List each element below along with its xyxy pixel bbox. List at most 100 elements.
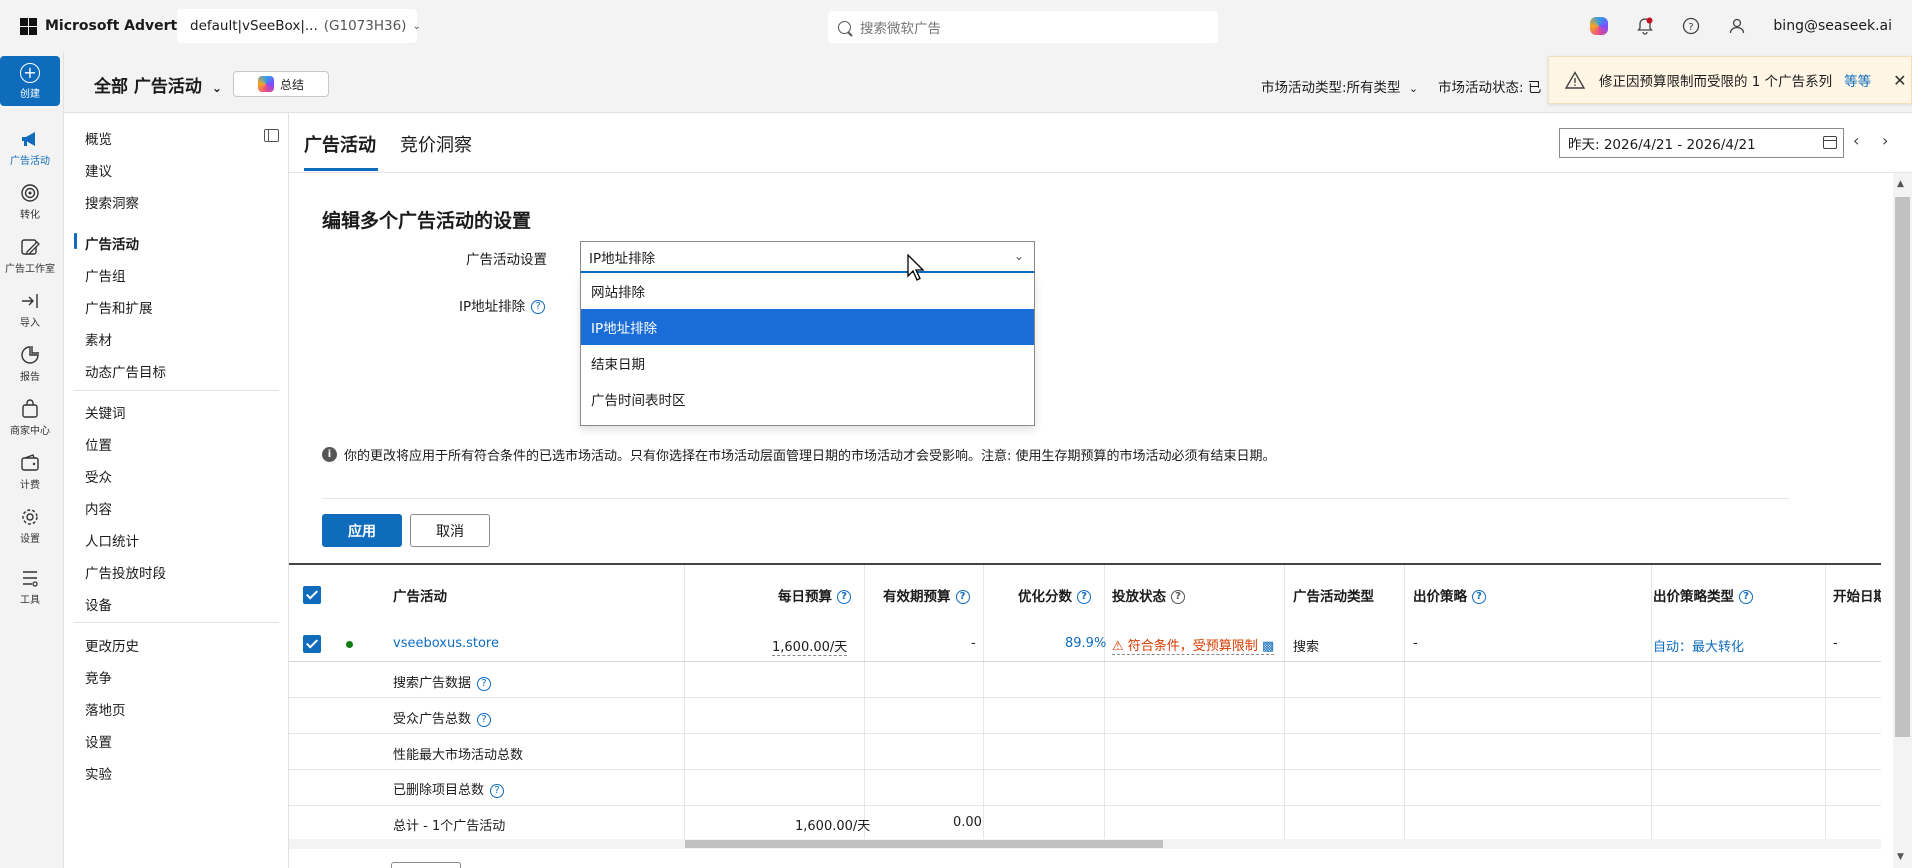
tab-auction-insights[interactable]: 竞价洞察 bbox=[400, 131, 472, 157]
horizontal-scrollbar-thumb[interactable] bbox=[685, 840, 1163, 848]
previous-period-icon[interactable]: ‹ bbox=[1853, 131, 1859, 150]
help-icon[interactable]: ? bbox=[490, 783, 505, 798]
column-divider bbox=[1825, 565, 1826, 839]
column-header-label: 每日预算 bbox=[778, 589, 832, 605]
option-ad-schedule-timezone[interactable]: 广告时间表时区 bbox=[581, 381, 1034, 417]
row-checkbox[interactable] bbox=[303, 635, 321, 653]
campaign-setting-select[interactable]: IP地址排除 ⌄ bbox=[580, 241, 1035, 273]
nav-item-ad-schedule[interactable]: 广告投放时段 bbox=[85, 562, 166, 582]
account-selector[interactable]: default|vSeeBox|... (G1073H36) ⌄ bbox=[177, 9, 421, 43]
bottom-button[interactable] bbox=[391, 862, 461, 868]
help-icon[interactable]: ? bbox=[477, 676, 492, 691]
rail-item-label: 工具 bbox=[20, 595, 40, 606]
nav-item-campaigns[interactable]: 广告活动 bbox=[85, 233, 139, 253]
notice-more-link[interactable]: 等等 bbox=[1844, 70, 1871, 90]
budget-limited-notice: 修正因预算限制而受限的 1 个广告系列 等等 ✕ bbox=[1548, 56, 1912, 104]
nav-item-landing-pages[interactable]: 落地页 bbox=[85, 699, 126, 719]
rail-item-import[interactable]: 导入 bbox=[0, 290, 60, 329]
tab-campaigns[interactable]: 广告活动 bbox=[304, 131, 376, 157]
rail-item-campaigns[interactable]: 广告活动 bbox=[0, 128, 60, 167]
rail-item-billing[interactable]: 计费 bbox=[0, 452, 60, 491]
nav-item-competition[interactable]: 竞争 bbox=[85, 667, 112, 687]
rail-item-settings[interactable]: 设置 bbox=[0, 506, 60, 545]
rail-item-ad-studio[interactable]: 广告工作室 bbox=[0, 236, 60, 275]
import-icon bbox=[22, 294, 38, 308]
user-email[interactable]: bing@seaseek.ai bbox=[1773, 18, 1892, 34]
optimization-score-value[interactable]: 89.9% bbox=[1065, 636, 1106, 651]
apply-button[interactable]: 应用 bbox=[322, 514, 402, 547]
campaign-status-filter-label: 市场活动状态: 已 bbox=[1438, 80, 1542, 96]
bell-icon[interactable] bbox=[1635, 16, 1655, 36]
column-header-bid-strategy-type[interactable]: 出价策略类型? bbox=[1653, 585, 1753, 605]
scroll-up-icon[interactable]: ▲ bbox=[1897, 179, 1904, 189]
date-range-picker[interactable]: 昨天: 2026/4/21 - 2026/4/21 bbox=[1559, 128, 1844, 158]
summary-button[interactable]: 总结 bbox=[233, 71, 329, 97]
select-all-checkbox[interactable] bbox=[303, 586, 321, 604]
create-label: 创建 bbox=[20, 88, 40, 100]
search-input[interactable]: 搜索微软广告 bbox=[828, 11, 1218, 43]
campaign-status-filter[interactable]: 市场活动状态: 已 bbox=[1438, 76, 1541, 96]
nav-item-content[interactable]: 内容 bbox=[85, 498, 112, 518]
ip-exclusion-label: IP地址排除 bbox=[459, 299, 526, 315]
nav-item-devices[interactable]: 设备 bbox=[85, 594, 112, 614]
nav-item-keywords[interactable]: 关键词 bbox=[85, 402, 126, 422]
nav-item-recommendations[interactable]: 建议 bbox=[85, 160, 112, 180]
column-header-campaign[interactable]: 广告活动 bbox=[393, 585, 447, 605]
daily-budget-value[interactable]: 1,600.00/天 bbox=[772, 636, 848, 656]
close-icon[interactable]: ✕ bbox=[1893, 71, 1906, 90]
scope-selector[interactable]: 全部 广告活动 ⌄ bbox=[94, 72, 222, 97]
option-website-exclusion[interactable]: 网站排除 bbox=[581, 273, 1034, 309]
nav-item-search-insights[interactable]: 搜索洞察 bbox=[85, 192, 139, 212]
campaign-type-filter[interactable]: 市场活动类型:所有类型 ⌄ bbox=[1261, 76, 1418, 96]
rail-item-tools[interactable]: 工具 bbox=[0, 567, 60, 606]
nav-item-ads-extensions[interactable]: 广告和扩展 bbox=[85, 297, 153, 317]
rail-item-merchant-center[interactable]: 商家中心 bbox=[0, 398, 60, 437]
vertical-scrollbar-thumb[interactable] bbox=[1895, 197, 1910, 737]
column-header-optimization-score[interactable]: 优化分数? bbox=[1018, 585, 1091, 605]
copilot-icon[interactable] bbox=[1589, 16, 1609, 36]
help-icon[interactable]: ? bbox=[1472, 590, 1486, 604]
cancel-button[interactable]: 取消 bbox=[410, 514, 490, 547]
bid-strategy-type-value[interactable]: 自动：最大转化 bbox=[1653, 636, 1744, 655]
nav-item-locations[interactable]: 位置 bbox=[85, 434, 112, 454]
nav-item-settings[interactable]: 设置 bbox=[85, 731, 112, 751]
help-icon[interactable]: ? bbox=[1739, 590, 1753, 604]
nav-item-dynamic-ad-targets[interactable]: 动态广告目标 bbox=[85, 361, 166, 381]
rail-item-reports[interactable]: 报告 bbox=[0, 344, 60, 383]
create-button[interactable]: + 创建 bbox=[0, 56, 60, 106]
option-end-date[interactable]: 结束日期 bbox=[581, 345, 1034, 381]
column-header-lifetime-budget[interactable]: 有效期预算? bbox=[883, 585, 970, 605]
column-header-label: 投放状态 bbox=[1112, 589, 1166, 605]
help-icon[interactable]: ? bbox=[1171, 590, 1185, 604]
column-header-bid-strategy[interactable]: 出价策略? bbox=[1413, 585, 1486, 605]
nav-item-assets[interactable]: 素材 bbox=[85, 329, 112, 349]
nav-item-experiments[interactable]: 实验 bbox=[85, 763, 112, 783]
column-header-campaign-type[interactable]: 广告活动类型 bbox=[1293, 585, 1374, 605]
column-header-daily-budget[interactable]: 每日预算? bbox=[778, 585, 851, 605]
help-icon[interactable]: ? bbox=[837, 590, 851, 604]
help-icon[interactable]: ? bbox=[531, 300, 546, 314]
nav-item-demographics[interactable]: 人口统计 bbox=[85, 530, 139, 550]
account-name: default|vSeeBox|... bbox=[190, 18, 318, 34]
nav-item-audiences[interactable]: 受众 bbox=[85, 466, 112, 486]
help-icon[interactable]: ? bbox=[955, 590, 970, 604]
nav-item-overview[interactable]: 概览 bbox=[85, 128, 112, 148]
start-date-value: - bbox=[1833, 636, 1838, 651]
delivery-status[interactable]: ⚠ 符合条件，受预算限制 ▩ bbox=[1112, 635, 1275, 655]
nav-item-change-history[interactable]: 更改历史 bbox=[85, 635, 139, 655]
help-icon[interactable]: ? bbox=[477, 712, 492, 727]
rail-item-conversions[interactable]: 转化 bbox=[0, 182, 60, 221]
scroll-down-icon[interactable]: ▼ bbox=[1897, 852, 1904, 862]
wallet-icon bbox=[21, 454, 39, 471]
help-icon[interactable]: ? bbox=[1681, 16, 1701, 36]
column-header-start-date[interactable]: 开始日期 bbox=[1833, 585, 1881, 605]
help-icon[interactable]: ? bbox=[1077, 590, 1091, 604]
user-icon[interactable] bbox=[1727, 16, 1747, 36]
nav-item-ad-groups[interactable]: 广告组 bbox=[85, 265, 126, 285]
next-period-icon[interactable]: › bbox=[1882, 131, 1888, 150]
campaign-name-link[interactable]: vseeboxus.store bbox=[393, 636, 499, 651]
option-ip-exclusion[interactable]: IP地址排除 bbox=[581, 309, 1034, 345]
column-header-delivery[interactable]: 投放状态? bbox=[1112, 585, 1185, 605]
collapse-sidebar-icon[interactable] bbox=[264, 129, 279, 142]
nav-active-indicator bbox=[74, 233, 77, 249]
